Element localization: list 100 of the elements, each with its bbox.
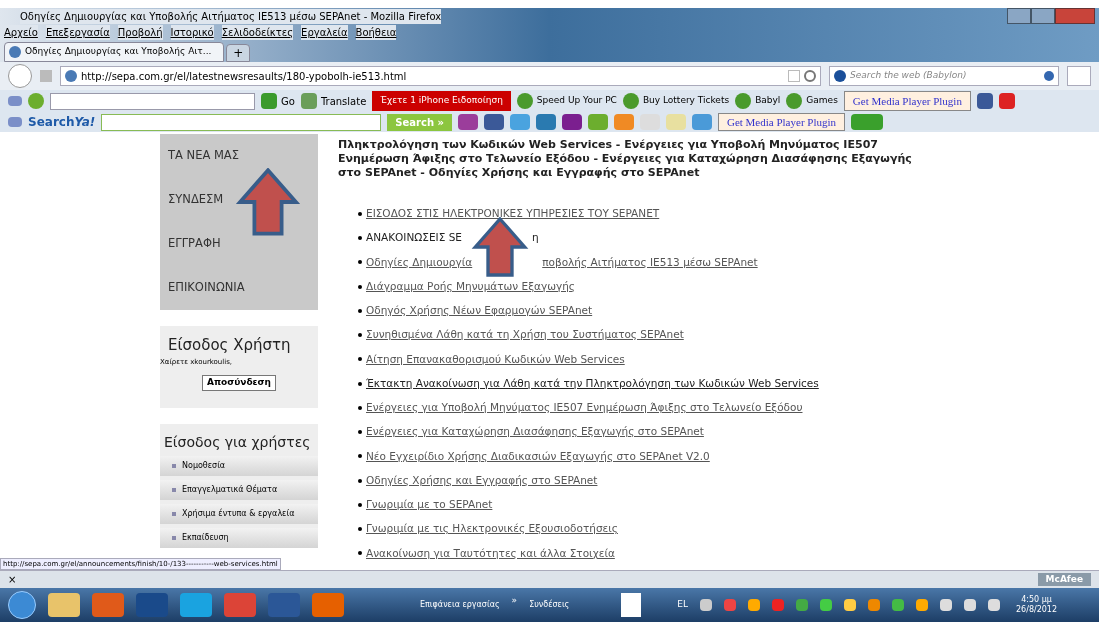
tray-icon[interactable] <box>892 599 904 611</box>
panel-title: Είσοδος για χρήστες <box>163 433 311 452</box>
round-badge-icon <box>516 93 533 109</box>
browser-tab[interactable]: Οδηγίες Δημιουργίας και Υποβολής Αιτ... <box>4 42 225 62</box>
menu-link[interactable]: ΣΥΝΔΕΣΜ <box>168 191 224 209</box>
toolbar-link[interactable]: Games <box>786 93 838 109</box>
chevron-icon[interactable]: » <box>511 594 518 608</box>
menu-item[interactable]: Αρχείο <box>4 24 38 40</box>
bullet-icon <box>172 536 176 540</box>
plugin-button[interactable]: Get Media Player Plugin <box>717 113 846 131</box>
list-text: η <box>532 230 539 246</box>
bullet-icon <box>358 527 362 532</box>
bullet-icon <box>358 260 362 265</box>
tile-icon[interactable] <box>561 114 582 130</box>
tile-icon[interactable] <box>457 114 478 130</box>
tray-icon[interactable] <box>916 599 928 611</box>
plugin-button[interactable]: Get Media Player Plugin <box>843 91 971 111</box>
bullet-icon <box>358 236 362 241</box>
article-link[interactable]: Ενέργειες για Καταχώρηση Διασάφησης Εξαγωγής στο SEPAnet <box>366 424 704 440</box>
bullet-icon <box>358 333 362 338</box>
address-field[interactable]: http://sepa.com.gr/el/latestnewsresaults/180-ypobolh-ie513.html <box>60 66 821 86</box>
tray-icon[interactable] <box>796 599 808 611</box>
tile-icon[interactable] <box>509 114 530 130</box>
language-indicator[interactable]: EL <box>677 598 688 612</box>
tile-icon[interactable] <box>535 114 556 130</box>
toolbar-link[interactable]: Buy Lottery Tickets <box>622 93 730 109</box>
bullet-icon <box>358 381 362 386</box>
menu-item[interactable]: Προβολή <box>117 24 163 40</box>
tile-icon[interactable] <box>665 114 686 130</box>
bullet-icon <box>358 454 362 459</box>
tray-icon[interactable] <box>868 599 880 611</box>
tray-icon[interactable] <box>844 599 856 611</box>
web-search-field[interactable]: Search the web (Babylon) <box>850 69 1040 83</box>
menu-link[interactable]: ΕΠΙΚΟΙΝΩΝΙΑ <box>168 279 245 297</box>
menu-item[interactable]: Βοήθεια <box>355 24 397 40</box>
bullet-icon <box>358 284 362 289</box>
search-bar[interactable]: Search the web (Babylon) <box>829 66 1059 86</box>
article-heading: Πληκτρολόγηση των Κωδικών Web Services - Ενέργειες για Υποβολή Μηνύματος IE507 Ενημέρωση Άφιξης στο Τελωνείο Εξόδου - Ενέργειες για Καταχώρηση Διασάφησης Εξαγωγής στο SEPAnet - Οδηγίες Χρήσης και Εγγραφής στο SEPAnet <box>338 138 913 180</box>
window-thumbnail[interactable] <box>621 593 642 617</box>
close-button[interactable]: × <box>8 572 17 587</box>
toolbar-label[interactable]: Επιφάνεια εργασίας <box>420 599 500 611</box>
article-link[interactable]: Ανακοίνωση για Ταυτότητες και άλλα Στοιχεία <box>366 545 615 562</box>
taskbar-app-icon[interactable] <box>48 593 80 617</box>
round-badge-icon <box>622 93 639 109</box>
menu-item[interactable]: Ιστορικό <box>170 24 214 40</box>
round-badge-icon <box>735 93 752 109</box>
go-button[interactable]: Go <box>261 93 295 109</box>
searchya-logo: SearchYa! <box>28 114 96 131</box>
toolbar-link[interactable]: Speed Up Your PC <box>516 93 617 109</box>
article-link[interactable]: ΕΙΣΟΔΟΣ ΣΤΙΣ ΗΛΕΚΤΡΟΝΙΚΕΣ ΥΠΗΡΕΣΙΕΣ ΤΟΥ SEPANET <box>366 206 660 222</box>
menu-link[interactable]: Εκπαίδευση <box>182 532 229 544</box>
menu-link[interactable]: Νομοθεσία <box>182 460 226 472</box>
tray-icon[interactable] <box>772 599 784 611</box>
round-badge-icon <box>786 93 803 109</box>
bullet-icon <box>358 211 362 216</box>
article-link[interactable]: Διάγραμμα Ροής Μηνυμάτων Εξαγωγής <box>366 278 575 295</box>
logout-button[interactable]: Αποσύνδεση <box>201 375 277 391</box>
menu-item[interactable]: Επεξεργασία <box>45 24 110 40</box>
tray-icon[interactable] <box>988 599 1000 611</box>
translate-button[interactable]: Translate <box>300 93 367 109</box>
menu-item[interactable]: Σελιδοδείκτες <box>221 24 294 40</box>
article-link[interactable]: ποβολής Αιτήματος IE513 μέσω SEPAnet <box>542 254 758 271</box>
article-link[interactable]: Νέο Εγχειρίδιο Χρήσης Διαδικασιών Εξαγωγής στο SEPAnet V2.0 <box>366 448 710 465</box>
tile-icon[interactable] <box>613 114 634 130</box>
tile-icon[interactable] <box>587 114 608 130</box>
search-input-field[interactable] <box>50 92 255 110</box>
article-link[interactable]: Αίτηση Επανακαθορισμού Κωδικών Web Services <box>366 351 625 368</box>
bullet-icon <box>358 551 362 556</box>
bullet-icon <box>358 430 362 435</box>
tray-icon[interactable] <box>748 599 760 611</box>
toolbar-link[interactable]: Babyl <box>735 93 781 109</box>
bullet-icon <box>358 357 362 362</box>
article-link[interactable]: Οδηγός Χρήσης Νέων Εφαρμογών SEPAnet <box>366 303 593 319</box>
toolbar-label[interactable]: Συνδέσεις <box>529 599 570 611</box>
notification-button[interactable]: Έχετε 1 iPhone Ειδοποίηση <box>372 91 511 111</box>
tray-icon[interactable] <box>964 599 976 611</box>
tray-icon[interactable] <box>940 599 952 611</box>
article-link[interactable]: Γνωριμία με το SEPAnet <box>366 497 493 513</box>
tray-icon[interactable] <box>700 599 712 611</box>
article-link[interactable]: Συνηθισμένα Λάθη κατά τη Χρήση του Συστήματος SEPAnet <box>366 327 684 343</box>
tray-icon[interactable] <box>724 599 736 611</box>
bullet-icon <box>172 464 176 468</box>
tile-icon[interactable] <box>691 114 712 130</box>
tile-icon[interactable] <box>483 114 504 130</box>
article-link[interactable]: Γνωριμία με τις Ηλεκτρονικές Εξουσιοδοτήσεις <box>366 521 618 537</box>
panel-title: Είσοδος Χρήστη <box>167 335 292 356</box>
taskbar-app-icon[interactable] <box>312 593 344 617</box>
article-link[interactable]: Ενέργειες για Υποβολή Μηνύματος IE507 Ενημέρωση Άφιξης στο Τελωνείο Εξόδου <box>366 400 803 416</box>
article-link[interactable]: Οδηγίες Χρήσης και Εγγραφής στο SEPAnet <box>366 472 598 489</box>
tray-icon[interactable] <box>820 599 832 611</box>
article-link[interactable]: Οδηγίες Δημιουργία <box>366 254 473 271</box>
clock[interactable]: 4:50 μμ 26/8/2012 <box>1016 595 1058 615</box>
article-link[interactable]: Έκτακτη Ανακοίνωση για Λάθη κατά την Πληκτρολόγηση των Κωδικών Web Services <box>366 375 819 392</box>
new-tab-button[interactable]: + <box>226 44 251 62</box>
menu-link[interactable]: ΕΓΓΡΑΦΗ <box>168 235 221 253</box>
menu-item[interactable]: Εργαλεία <box>301 24 348 40</box>
bullet-icon <box>358 405 362 410</box>
menu-link[interactable]: ΤΑ ΝΕΑ ΜΑΣ <box>168 147 239 165</box>
bullet-icon <box>358 502 362 507</box>
search-input-field[interactable] <box>101 113 382 131</box>
